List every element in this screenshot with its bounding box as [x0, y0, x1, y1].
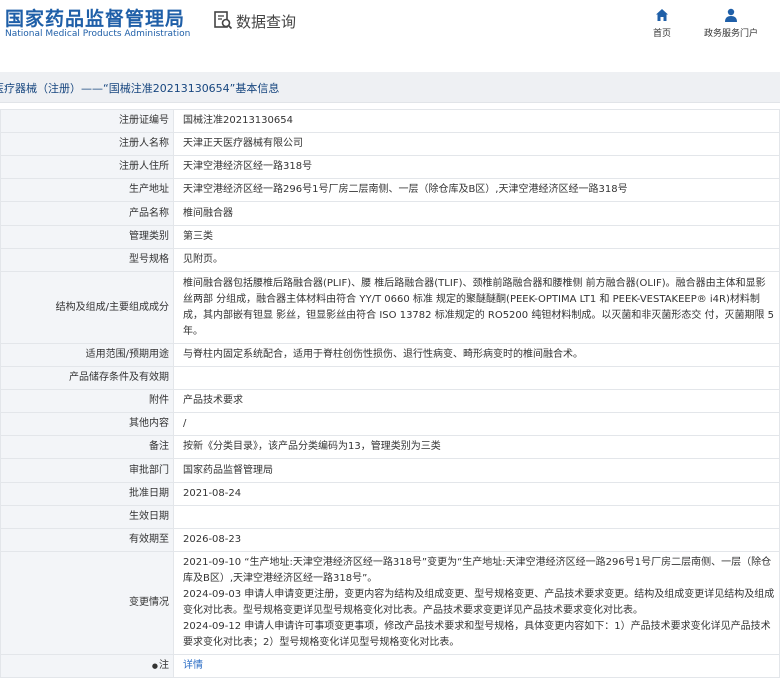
field-value: 天津正天医疗器械有限公司: [173, 132, 780, 156]
nav-portal[interactable]: 政务服务门户: [700, 6, 762, 39]
field-value: [173, 505, 780, 529]
field-label: 型号规格: [0, 248, 174, 272]
field-label: 有效期至: [0, 528, 174, 552]
field-value: 国家药品监督管理局: [173, 458, 780, 483]
table-row: 型号规格 见附页。: [0, 248, 780, 272]
field-label: 适用范围/预期用途: [0, 343, 174, 367]
breadcrumb-bar: 医疗器械（注册）——“国械注准20213130654”基本信息: [0, 72, 780, 103]
field-value: 椎间融合器: [173, 201, 780, 226]
field-value: /: [173, 412, 780, 436]
breadcrumb: 医疗器械（注册）——“国械注准20213130654”基本信息: [0, 82, 280, 95]
table-row: 变更情况 2021-09-10 “生产地址:天津空港经济区经一路318号”变更为“…: [0, 551, 780, 655]
field-label: 审批部门: [0, 458, 174, 483]
site-logo-en: National Medical Products Administration: [5, 29, 191, 39]
field-label: 注册证编号: [0, 109, 174, 133]
nav-portal-label: 政务服务门户: [703, 29, 758, 39]
table-row: 结构及组成/主要组成成分 椎间融合器包括腰椎后路融合器(PLIF)、腰 椎后路融合…: [0, 271, 780, 344]
table-row: 其他内容 /: [0, 412, 780, 436]
field-label: 附件: [0, 389, 174, 413]
bullet-icon: ●: [151, 662, 158, 670]
table-row: 注册人住所 天津空港经济区经一路318号: [0, 155, 780, 179]
data-query-label: 数据查询: [236, 13, 297, 31]
table-row: 注册人名称 天津正天医疗器械有限公司: [0, 132, 780, 156]
field-value: 椎间融合器包括腰椎后路融合器(PLIF)、腰 椎后路融合器(TLIF)、颈椎前路…: [173, 271, 780, 344]
field-value: 国械注准20213130654: [173, 109, 780, 133]
field-label: 注册人名称: [0, 132, 174, 156]
field-label: 产品储存条件及有效期: [0, 366, 174, 390]
field-label: 备注: [0, 435, 174, 459]
field-label: 管理类别: [0, 225, 174, 249]
table-row: 适用范围/预期用途 与脊柱内固定系统配合，适用于脊柱创伤性损伤、退行性病变、畸形病…: [0, 343, 780, 367]
field-value: 2021-09-10 “生产地址:天津空港经济区经一路318号”变更为“生产地址…: [173, 551, 780, 655]
field-label: 其他内容: [0, 412, 174, 436]
note-value-cell: 详情: [173, 654, 780, 678]
field-label: 结构及组成/主要组成成分: [0, 271, 174, 344]
table-row: 批准日期 2021-08-24: [0, 482, 780, 506]
field-value: 见附页。: [173, 248, 780, 272]
site-header: 国家药品监督管理局 National Medical Products Admi…: [0, 0, 780, 48]
table-row: 产品储存条件及有效期: [0, 366, 780, 390]
field-label: 注册人住所: [0, 155, 174, 179]
table-row: 注册证编号 国械注准20213130654: [0, 109, 780, 133]
table-row: 附件 产品技术要求: [0, 389, 780, 413]
site-logo-cn[interactable]: 国家药品监督管理局: [5, 4, 185, 31]
details-link[interactable]: 详情: [183, 660, 203, 671]
table-row: 审批部门 国家药品监督管理局: [0, 458, 780, 483]
note-label: 注: [159, 660, 169, 671]
table-row: 备注 按新《分类目录》，该产品分类编码为13，管理类别为三类: [0, 435, 780, 459]
field-value: 按新《分类目录》，该产品分类编码为13，管理类别为三类: [173, 435, 780, 459]
field-value: 产品技术要求: [173, 389, 780, 413]
home-icon: [648, 6, 676, 22]
note-label-cell: ●注: [0, 654, 174, 678]
user-icon: [700, 6, 762, 22]
field-value: [173, 366, 780, 390]
field-value: 2021-08-24: [173, 482, 780, 506]
field-value: 第三类: [173, 225, 780, 249]
field-label: 生效日期: [0, 505, 174, 529]
field-value: 天津空港经济区经一路318号: [173, 155, 780, 179]
field-label: 变更情况: [0, 551, 174, 655]
table-row-note: ●注 详情: [0, 654, 780, 678]
field-label: 生产地址: [0, 178, 174, 202]
nav-home-label: 首页: [652, 29, 671, 39]
field-value: 天津空港经济区经一路296号1号厂房二层南侧、一层（除仓库及B区）,天津空港经济…: [173, 178, 780, 202]
field-label: 批准日期: [0, 482, 174, 506]
field-value: 2026-08-23: [173, 528, 780, 552]
search-document-icon: [213, 10, 233, 33]
data-query-title: 数据查询: [213, 10, 296, 33]
table-row: 产品名称 椎间融合器: [0, 201, 780, 226]
device-info-table: 注册证编号 国械注准20213130654 注册人名称 天津正天医疗器械有限公司 注册人…: [0, 109, 780, 678]
table-row: 生效日期: [0, 505, 780, 529]
table-row: 管理类别 第三类: [0, 225, 780, 249]
nav-home[interactable]: 首页: [648, 6, 676, 39]
field-label: 产品名称: [0, 201, 174, 226]
table-row: 生产地址 天津空港经济区经一路296号1号厂房二层南侧、一层（除仓库及B区）,天津…: [0, 178, 780, 202]
table-row: 有效期至 2026-08-23: [0, 528, 780, 552]
field-value: 与脊柱内固定系统配合，适用于脊柱创伤性损伤、退行性病变、畸形病变时的椎间融合术。: [173, 343, 780, 367]
